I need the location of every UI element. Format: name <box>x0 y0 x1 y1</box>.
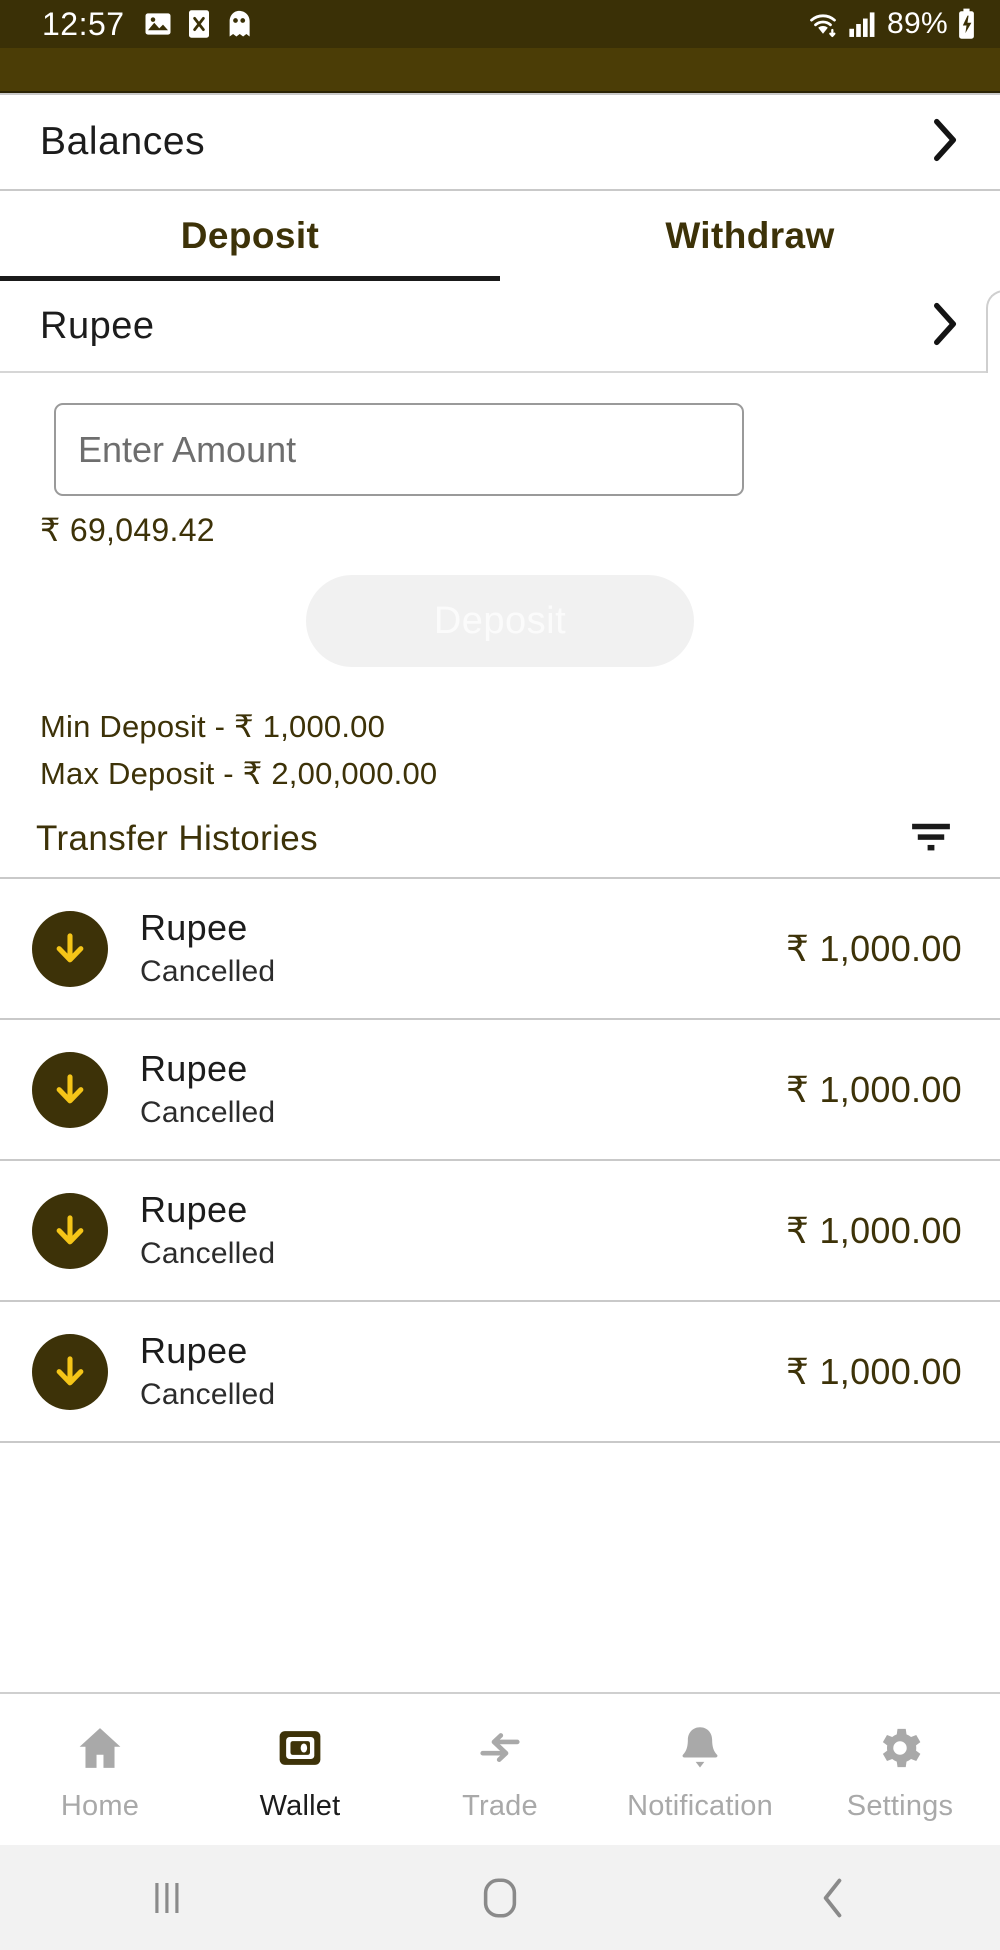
nav-label-trade: Trade <box>462 1790 538 1822</box>
transaction-title: Rupee <box>140 1189 248 1231</box>
chevron-right-icon <box>932 302 958 351</box>
status-badge: Cancelled <box>140 1096 276 1130</box>
transaction-title: Rupee <box>140 1330 248 1372</box>
bell-icon <box>674 1722 726 1779</box>
transaction-amount: ₹ 1,000.00 <box>785 1068 962 1110</box>
gear-icon <box>874 1722 926 1779</box>
status-badge: Cancelled <box>140 1237 276 1271</box>
table-row[interactable]: Rupee Cancelled ₹ 1,000.00 <box>0 1020 1000 1160</box>
deposit-form: ₹ 69,049.42 Deposit Min Deposit - ₹ 1,00… <box>0 373 1000 798</box>
table-row[interactable]: Rupee Cancelled ₹ 1,000.00 <box>0 1161 1000 1301</box>
home-icon <box>74 1722 126 1779</box>
transaction-text: Rupee Cancelled <box>140 906 275 991</box>
status-bar-system-icons: 89% <box>807 7 976 41</box>
status-bar: 12:57 89% <box>0 0 1000 48</box>
transaction-text: Rupee Cancelled <box>140 1188 275 1273</box>
page-title: Balances <box>40 120 206 163</box>
amount-input[interactable] <box>54 403 744 496</box>
deposit-withdraw-tabs: Deposit Withdraw <box>0 191 1000 281</box>
nav-item-wallet[interactable]: Wallet <box>200 1722 400 1823</box>
tab-active-indicator <box>0 276 500 281</box>
image-icon <box>143 9 173 39</box>
nav-label-home: Home <box>60 1790 140 1822</box>
home-square-icon[interactable] <box>333 1876 666 1920</box>
transaction-amount: ₹ 1,000.00 <box>785 1350 962 1392</box>
wallet-icon <box>274 1722 326 1779</box>
status-badge: Cancelled <box>140 955 276 989</box>
deposit-submit-button[interactable]: Deposit <box>306 575 694 667</box>
transaction-title: Rupee <box>140 1048 248 1090</box>
ghost-icon <box>225 9 253 39</box>
currency-selector-row[interactable]: Rupee <box>0 281 1000 371</box>
phone-screen: 12:57 89% Balances Deposit Withdraw Rupe… <box>0 0 1000 1950</box>
battery-charging-icon <box>957 8 976 40</box>
available-balance-value: ₹ 69,049.42 <box>40 512 215 548</box>
app-content: Balances Deposit Withdraw Rupee Enter Am… <box>0 93 1000 1692</box>
status-badge: Cancelled <box>140 1378 276 1412</box>
back-chevron-icon[interactable] <box>667 1876 1000 1920</box>
chevron-right-icon <box>932 118 958 167</box>
recents-icon[interactable] <box>0 1878 333 1918</box>
divider-row <box>0 1441 1000 1444</box>
nav-label-wallet: Wallet <box>259 1790 341 1822</box>
deposit-limits: Min Deposit - ₹ 1,000.00 Max Deposit - ₹… <box>0 703 1000 797</box>
transaction-text: Rupee Cancelled <box>140 1329 275 1414</box>
table-row[interactable]: Rupee Cancelled ₹ 1,000.00 <box>0 879 1000 1019</box>
nav-label-notification: Notification <box>627 1790 773 1822</box>
battery-percent-label: 89% <box>887 7 948 40</box>
transaction-amount: ₹ 1,000.00 <box>785 927 962 969</box>
x-file-icon <box>187 9 211 39</box>
min-deposit-label: Min Deposit - ₹ 1,000.00 <box>40 709 386 744</box>
system-navigation-bar <box>0 1845 1000 1950</box>
max-deposit-label: Max Deposit - ₹ 2,00,000.00 <box>40 756 438 792</box>
transfer-histories-title: Transfer Histories <box>36 819 319 859</box>
table-row[interactable]: Rupee Cancelled ₹ 1,000.00 <box>0 1302 1000 1442</box>
transaction-title: Rupee <box>140 907 248 949</box>
balances-row[interactable]: Balances <box>0 95 1000 189</box>
nav-item-home[interactable]: Home <box>0 1722 200 1823</box>
currency-label: Rupee <box>40 304 155 347</box>
trade-arrows-icon <box>474 1722 526 1779</box>
status-bar-notification-icons <box>143 9 253 39</box>
transaction-amount: ₹ 1,000.00 <box>785 1209 962 1251</box>
arrow-down-icon <box>32 1051 108 1128</box>
arrow-down-icon <box>32 910 108 987</box>
nav-item-trade[interactable]: Trade <box>400 1722 600 1823</box>
nav-item-notification[interactable]: Notification <box>600 1722 800 1823</box>
tab-withdraw[interactable]: Withdraw <box>500 191 1000 281</box>
status-bar-extension <box>0 48 1000 93</box>
transfer-histories-header: Transfer Histories <box>0 797 1000 877</box>
arrow-down-icon <box>32 1333 108 1410</box>
arrow-down-icon <box>32 1192 108 1269</box>
nav-label-settings: Settings <box>846 1790 954 1822</box>
status-bar-clock: 12:57 <box>42 5 125 42</box>
nav-item-settings[interactable]: Settings <box>800 1722 1000 1823</box>
bottom-navigation: Home Wallet Trade Notification Settings <box>0 1692 1000 1845</box>
wifi-icon <box>807 9 839 39</box>
tab-deposit[interactable]: Deposit <box>0 191 500 281</box>
transaction-text: Rupee Cancelled <box>140 1047 275 1132</box>
filter-icon[interactable] <box>908 820 954 859</box>
cellular-signal-icon <box>848 9 878 39</box>
